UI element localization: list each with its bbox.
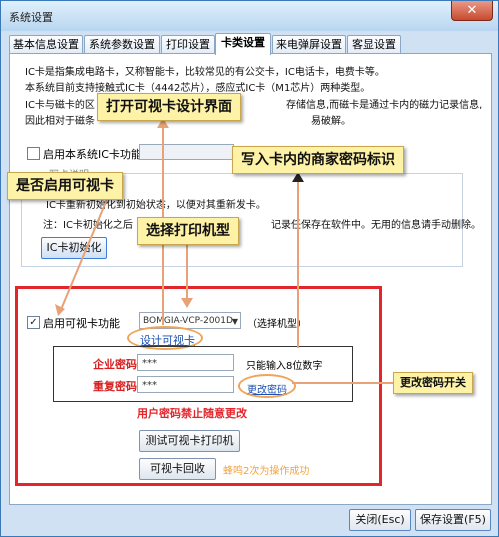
arrow-select-printer-head — [181, 298, 193, 308]
callout-password-switch: 更改密码开关 — [393, 372, 473, 394]
annotation-arrows — [55, 118, 393, 384]
callout-write-key: 写入卡内的商家密码标识 — [232, 146, 404, 174]
callout-select-printer: 选择打印机型 — [137, 217, 239, 245]
tab-card-type[interactable]: 卡类设置 — [215, 33, 271, 55]
arrow-enable-visual — [59, 196, 109, 313]
callout-open-designer: 打开可视卡设计界面 — [97, 93, 241, 121]
callout-enable-visual: 是否启用可视卡 — [7, 172, 123, 200]
